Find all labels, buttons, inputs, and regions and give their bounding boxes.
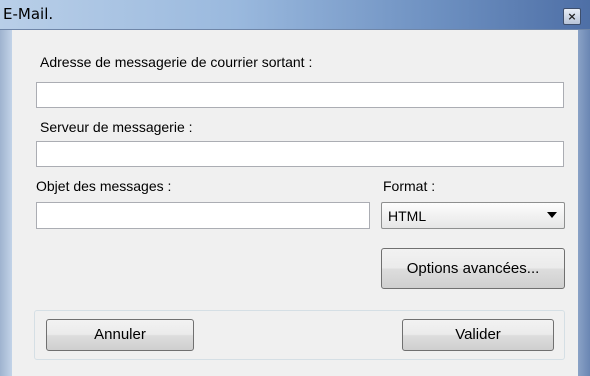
format-label: Format : (383, 178, 436, 194)
cancel-button[interactable]: Annuler (46, 319, 194, 351)
title-bar[interactable]: E-Mail. × (0, 0, 590, 30)
outgoing-address-label: Adresse de messagerie de courrier sortan… (40, 54, 313, 70)
format-selected-value: HTML (388, 208, 427, 224)
mail-server-input[interactable] (36, 141, 564, 167)
validate-button[interactable]: Valider (402, 319, 554, 351)
advanced-options-button[interactable]: Options avancées... (381, 248, 565, 289)
chevron-down-icon (547, 212, 557, 218)
email-dialog: E-Mail. × Adresse de messagerie de courr… (0, 0, 590, 376)
window-frame-right (578, 30, 590, 376)
dialog-body: Adresse de messagerie de courrier sortan… (12, 30, 578, 376)
mail-server-label: Serveur de messagerie : (40, 119, 193, 135)
outgoing-address-input[interactable] (36, 82, 564, 108)
actions-group: Annuler Valider (34, 310, 565, 360)
close-icon: × (567, 10, 577, 23)
window-title: E-Mail. (3, 5, 54, 23)
subject-label: Objet des messages : (36, 178, 172, 194)
subject-input[interactable] (36, 202, 370, 229)
format-select[interactable]: HTML (381, 202, 565, 229)
close-button[interactable]: × (563, 8, 581, 25)
window-frame-left (0, 30, 12, 376)
